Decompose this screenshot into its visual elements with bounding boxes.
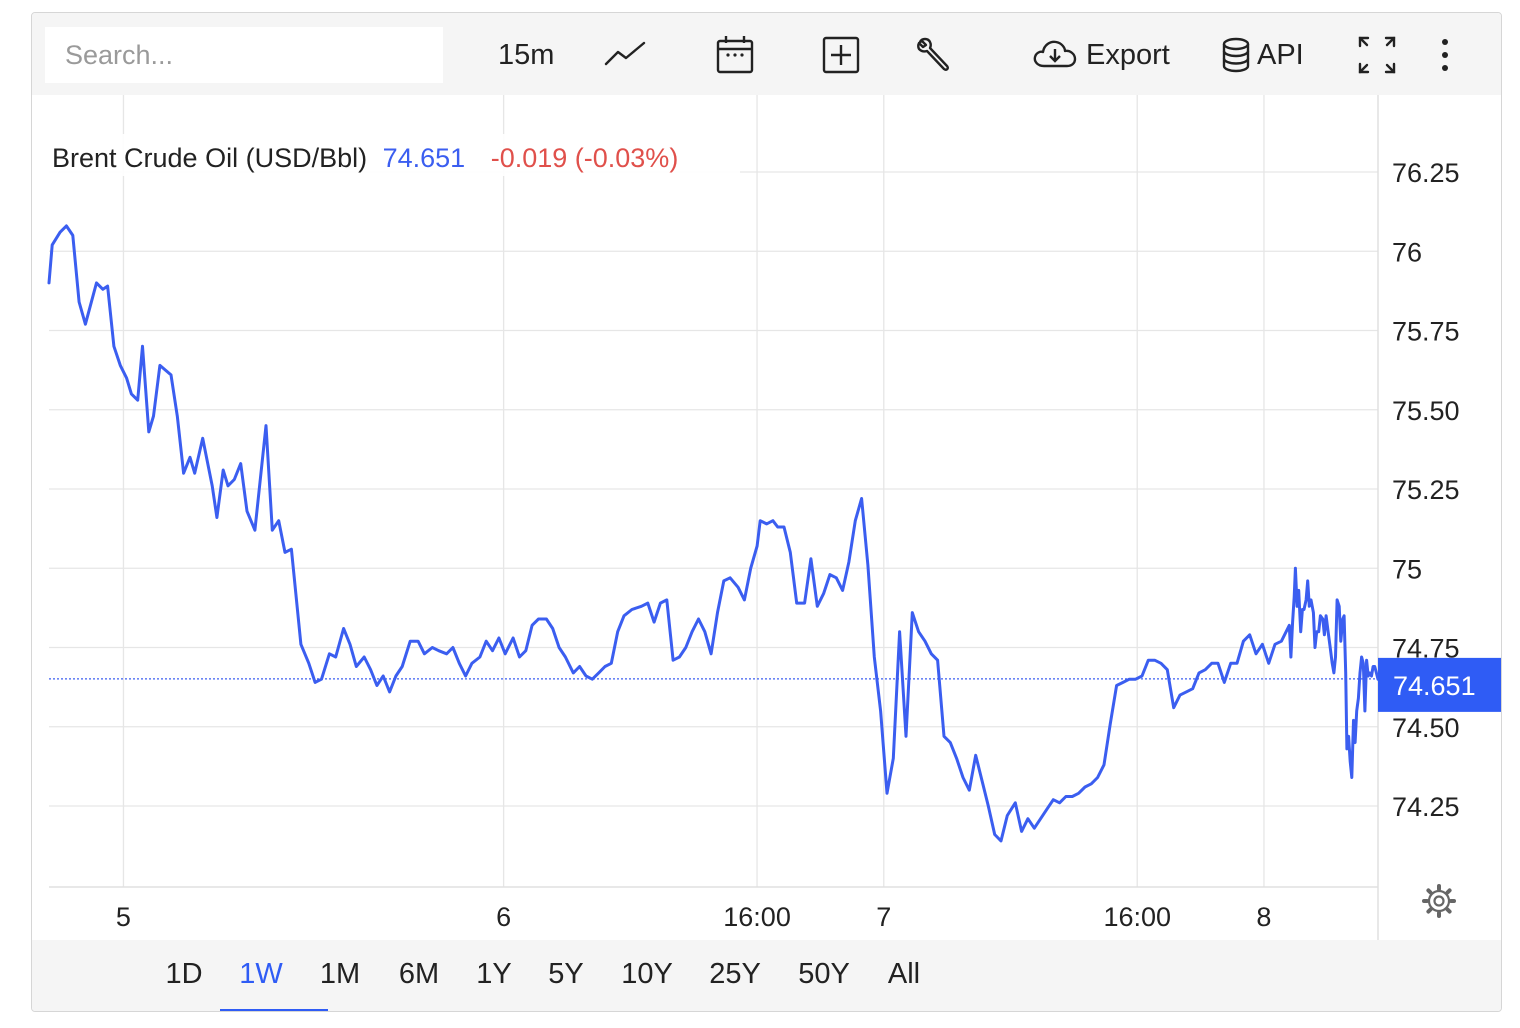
active-range-underline [220, 1009, 328, 1011]
chart-legend: Brent Crude Oil (USD/Bbl) 74.651 -0.019 … [48, 134, 740, 176]
range-selector-bar: 1D 1W 1M 6M 1Y 5Y 10Y 25Y 50Y All [32, 940, 1501, 1011]
range-1m[interactable]: 1M [316, 958, 364, 998]
chart-widget: 15m Export [31, 12, 1502, 1012]
legend-price: 74.651 [383, 143, 466, 173]
current-price-tag: 74.651 [1378, 657, 1501, 712]
y-axis-ticks: 76.257675.7575.5075.257574.7574.5074.25 [1392, 158, 1460, 822]
range-1y[interactable]: 1Y [475, 958, 513, 998]
legend-change: -0.019 (-0.03%) [491, 143, 679, 173]
x-tick-label: 7 [876, 902, 891, 932]
price-series-line [47, 224, 1380, 843]
x-tick-label: 5 [116, 902, 131, 932]
price-chart[interactable]: 76.257675.7575.5075.257574.7574.5074.25 … [32, 13, 1501, 940]
range-25y[interactable]: 25Y [706, 958, 764, 998]
y-tick-label: 75 [1392, 554, 1422, 584]
y-tick-label: 76.25 [1392, 158, 1460, 188]
y-tick-label: 75.50 [1392, 396, 1460, 426]
range-5y[interactable]: 5Y [546, 958, 586, 998]
y-tick-label: 74.25 [1392, 792, 1460, 822]
settings-button[interactable] [1422, 884, 1456, 918]
chart-grid [49, 95, 1378, 887]
x-tick-label: 6 [496, 902, 511, 932]
current-price-tag-label: 74.651 [1393, 671, 1476, 701]
range-50y[interactable]: 50Y [795, 958, 853, 998]
y-tick-label: 75.25 [1392, 475, 1460, 505]
y-tick-label: 76 [1392, 237, 1422, 267]
x-tick-label: 16:00 [723, 902, 791, 932]
range-1d[interactable]: 1D [162, 958, 206, 998]
y-tick-label: 74.50 [1392, 713, 1460, 743]
range-6m[interactable]: 6M [394, 958, 444, 998]
gear-icon [1422, 884, 1456, 918]
x-tick-label: 16:00 [1103, 902, 1171, 932]
range-all[interactable]: All [884, 958, 924, 998]
svg-text:Brent Crude Oil (USD/Bbl): Brent Crude Oil (USD/Bbl) 74.651 -0.019 … [52, 143, 678, 173]
range-10y[interactable]: 10Y [618, 958, 676, 998]
y-tick-label: 75.75 [1392, 317, 1460, 347]
range-1w[interactable]: 1W [237, 958, 285, 998]
x-axis-ticks: 5 6 16:00 7 16:00 8 [116, 902, 1272, 932]
x-tick-label: 8 [1256, 902, 1271, 932]
legend-series-name: Brent Crude Oil (USD/Bbl) [52, 143, 367, 173]
